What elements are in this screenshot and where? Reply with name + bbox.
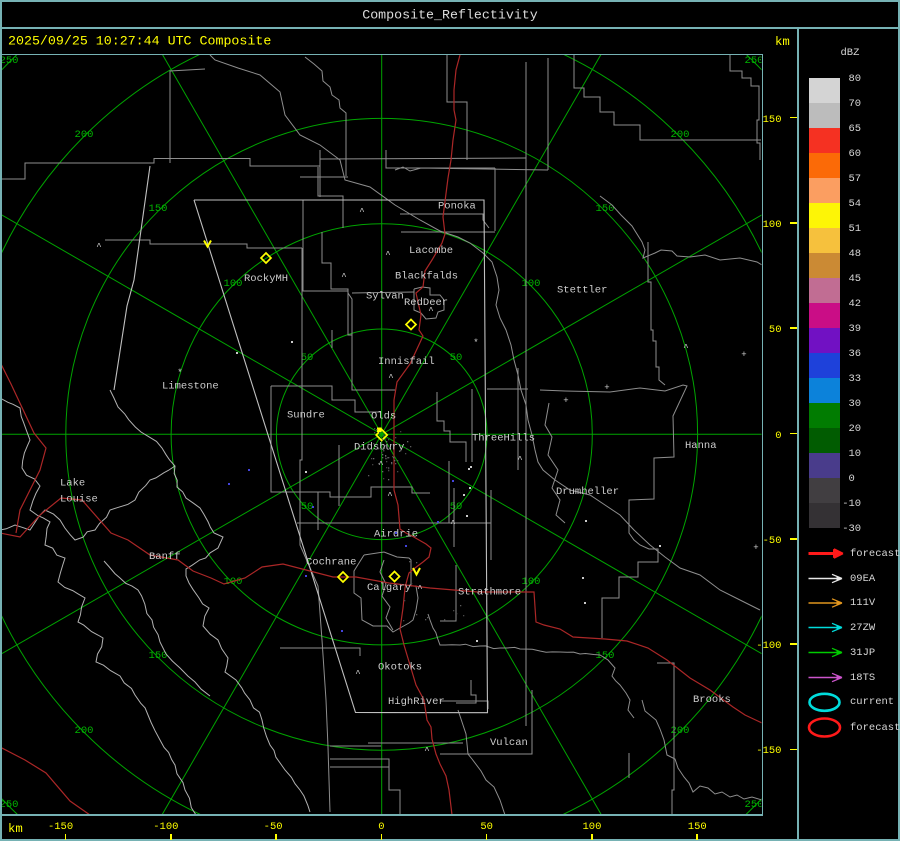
svg-text:ThreeHills: ThreeHills [472, 433, 535, 445]
svg-text:Banff: Banff [149, 551, 181, 563]
svg-text:200: 200 [671, 725, 690, 737]
svg-text:Olds: Olds [371, 411, 396, 423]
svg-text:RockyMH: RockyMH [244, 273, 288, 285]
svg-text:Strathmore: Strathmore [458, 587, 521, 599]
svg-text:RedDeer: RedDeer [404, 297, 448, 309]
svg-text:50: 50 [450, 501, 463, 513]
svg-text:^: ^ [387, 491, 392, 501]
svg-text:Sylvan: Sylvan [366, 291, 404, 303]
svg-text:50: 50 [301, 501, 314, 513]
svg-text:Cochrane: Cochrane [306, 557, 356, 569]
svg-text:^: ^ [385, 250, 390, 260]
svg-text:200: 200 [75, 129, 94, 141]
svg-text:^: ^ [517, 455, 522, 465]
svg-text:150: 150 [149, 203, 168, 215]
svg-text:Brooks: Brooks [693, 694, 731, 706]
svg-text:^: ^ [428, 306, 433, 316]
svg-text:^: ^ [424, 746, 429, 756]
svg-text:Sundre: Sundre [287, 410, 325, 422]
svg-text:^: ^ [96, 242, 101, 252]
svg-text:^: ^ [683, 343, 688, 353]
svg-text:+: + [563, 396, 568, 406]
svg-text:Limestone: Limestone [162, 381, 219, 393]
svg-text:^: ^ [388, 373, 393, 383]
svg-text:+: + [604, 383, 609, 393]
svg-text:Drumheller: Drumheller [556, 486, 619, 498]
svg-text:200: 200 [671, 129, 690, 141]
svg-text:^: ^ [341, 272, 346, 282]
svg-text:50: 50 [450, 352, 463, 364]
svg-text:Ponoka: Ponoka [438, 201, 476, 213]
svg-text:Airdrie: Airdrie [374, 529, 418, 541]
svg-text:+: + [741, 350, 746, 360]
svg-text:Lacombe: Lacombe [409, 245, 453, 257]
svg-text:+: + [753, 543, 758, 553]
svg-text:^: ^ [359, 207, 364, 217]
svg-text:250: 250 [0, 55, 18, 67]
svg-text:^: ^ [378, 460, 383, 470]
svg-text:*: * [177, 368, 182, 378]
svg-text:Louise: Louise [60, 494, 98, 506]
svg-text:Innisfail: Innisfail [378, 356, 435, 368]
svg-text:^: ^ [417, 584, 422, 594]
svg-text:Stettler: Stettler [557, 285, 607, 297]
svg-text:100: 100 [522, 576, 541, 588]
svg-text:*: * [473, 338, 478, 348]
svg-text:100: 100 [224, 278, 243, 290]
svg-text:Calgary: Calgary [367, 582, 411, 594]
svg-text:150: 150 [596, 650, 615, 662]
svg-text:Vulcan: Vulcan [490, 737, 528, 749]
svg-text:Hanna: Hanna [685, 440, 717, 452]
svg-text:^: ^ [450, 519, 455, 529]
svg-text:^: ^ [355, 669, 360, 679]
svg-text:200: 200 [75, 725, 94, 737]
svg-text:Blackfalds: Blackfalds [395, 271, 458, 283]
svg-text:HighRiver: HighRiver [388, 696, 445, 708]
svg-text:Didsbury: Didsbury [354, 442, 404, 454]
svg-text:50: 50 [301, 352, 314, 364]
svg-text:Lake: Lake [60, 478, 85, 490]
svg-text:250: 250 [0, 799, 18, 811]
svg-text:100: 100 [522, 278, 541, 290]
svg-text:Okotoks: Okotoks [378, 662, 422, 674]
